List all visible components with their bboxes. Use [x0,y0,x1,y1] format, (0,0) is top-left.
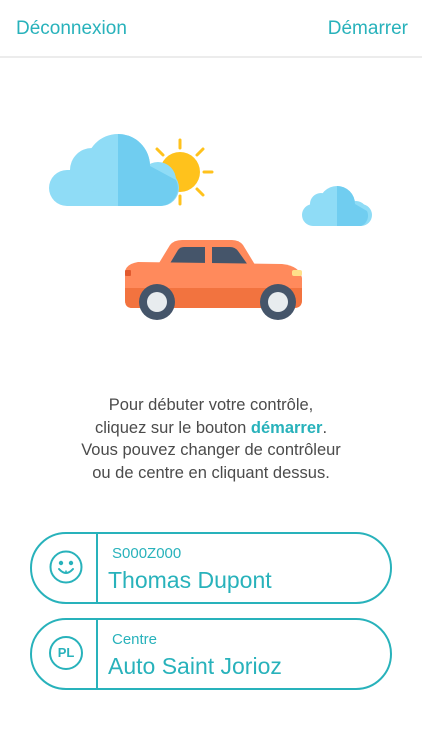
smiley-face-icon [49,550,83,584]
controller-selector[interactable]: S000Z000 Thomas Dupont [30,532,392,604]
instructions-line-2: cliquez sur le bouton démarrer. [0,417,422,440]
controller-name: Thomas Dupont [108,567,272,593]
car-illustration [49,134,372,320]
instructions-line-1: Pour débuter votre contrôle, [108,396,314,414]
top-bar: Déconnexion Démarrer [0,0,422,58]
start-keyword: démarrer [250,418,323,437]
controller-icon-box [32,534,98,602]
center-icon-box: PL [32,620,98,688]
instructions-text: Pour débuter votre contrôle, cliquez sur… [0,394,422,484]
instructions-line-2-suffix: . [322,418,328,437]
start-button[interactable]: Démarrer [328,18,408,40]
pl-badge-icon: PL [49,636,83,670]
center-badge-text: PL [57,645,75,660]
instructions-line-4: ou de centre en cliquant dessus. [92,463,330,482]
logout-button[interactable]: Déconnexion [16,18,127,40]
instructions-line-2-prefix: cliquez sur le bouton [94,418,251,437]
instructions-line-3: Vous pouvez changer de contrôleur [81,441,341,459]
app-screen: Déconnexion Démarrer Pour débuter votre … [0,0,422,750]
center-label: Centre [112,631,158,648]
controller-code: S000Z000 [112,545,182,562]
small-cloud-icon [302,186,372,226]
cloud-icon [49,134,179,206]
car-icon [125,240,302,320]
center-selector[interactable]: PL Centre Auto Saint Jorioz [30,618,392,690]
center-name: Auto Saint Jorioz [108,653,282,679]
